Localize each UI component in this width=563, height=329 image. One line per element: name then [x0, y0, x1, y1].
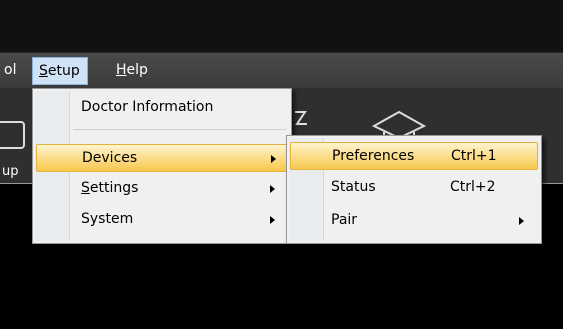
menu-item-system[interactable]: System: [36, 206, 288, 234]
submenu-arrow-icon: [270, 185, 275, 193]
toolbar-partial-label[interactable]: up: [2, 164, 19, 179]
submenu-arrow-icon: [270, 216, 275, 224]
menu-item-label: Settings: [81, 180, 139, 196]
setup-menu: Doctor Information Devices Settings Syst…: [32, 88, 292, 244]
menu-partial-left[interactable]: ol: [4, 62, 16, 78]
menu-help[interactable]: Help: [116, 62, 148, 78]
toolbar-partial-icon[interactable]: [0, 120, 30, 156]
menu-item-label: Doctor Information: [81, 99, 214, 115]
devices-submenu: Preferences Ctrl+1 Status Ctrl+2 Pair: [286, 135, 542, 244]
menu-bar: ol Setup Help: [0, 52, 563, 89]
menu-item-doctor-information[interactable]: Doctor Information: [36, 94, 288, 122]
menu-item-label: Devices: [82, 150, 138, 166]
menu-item-pair[interactable]: Pair: [290, 207, 538, 235]
window-titlebar: [0, 0, 563, 52]
menu-item-status[interactable]: Status Ctrl+2: [290, 174, 538, 202]
menu-item-preferences[interactable]: Preferences Ctrl+1: [290, 142, 538, 170]
menu-item-label: System: [81, 211, 134, 227]
submenu-arrow-icon: [271, 155, 276, 163]
menu-item-settings[interactable]: Settings: [36, 175, 288, 203]
menu-setup[interactable]: Setup: [32, 57, 88, 85]
menu-item-label: Status: [331, 179, 376, 195]
toolbar-arrow-icon[interactable]: [293, 106, 313, 136]
menu-item-shortcut: Ctrl+1: [451, 148, 497, 164]
menu-item-devices[interactable]: Devices: [36, 144, 288, 172]
menu-item-shortcut: Ctrl+2: [450, 179, 496, 195]
menu-item-label: Pair: [331, 212, 358, 228]
menu-item-label: Preferences: [332, 148, 415, 164]
menu-separator: [73, 129, 287, 130]
submenu-arrow-icon: [519, 217, 524, 225]
